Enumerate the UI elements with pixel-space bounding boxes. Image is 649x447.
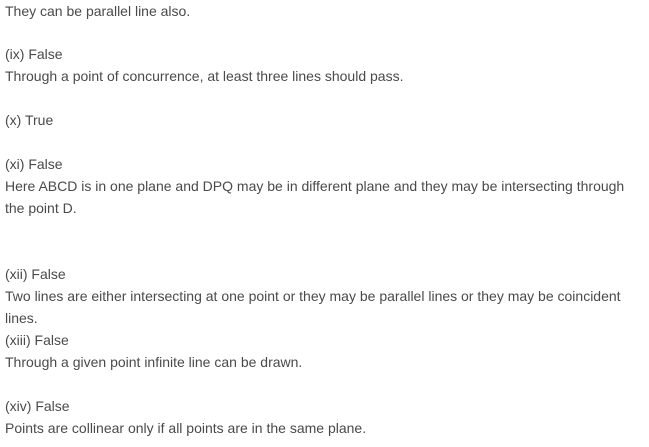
answer-ix-label: (ix) False	[5, 46, 63, 62]
text-line-parallel: They can be parallel line also.	[5, 3, 191, 19]
answer-xiv-explanation: Points are collinear only if all points …	[5, 420, 367, 436]
answer-xi-label: (xi) False	[5, 156, 63, 172]
answer-xii-explanation-2: lines.	[5, 310, 38, 326]
answer-xii-explanation-1: Two lines are either intersecting at one…	[5, 288, 621, 304]
answer-xii-label: (xii) False	[5, 266, 66, 282]
answer-xi-explanation-1: Here ABCD is in one plane and DPQ may be…	[5, 178, 625, 194]
answer-xiii-explanation: Through a given point infinite line can …	[5, 354, 303, 370]
answer-ix-explanation: Through a point of concurrence, at least…	[5, 68, 404, 84]
answer-xiv-label: (xiv) False	[5, 398, 70, 414]
answer-xi-explanation-2: the point D.	[5, 200, 77, 216]
answer-xiii-label: (xiii) False	[5, 332, 69, 348]
answer-x-label: (x) True	[5, 112, 54, 128]
